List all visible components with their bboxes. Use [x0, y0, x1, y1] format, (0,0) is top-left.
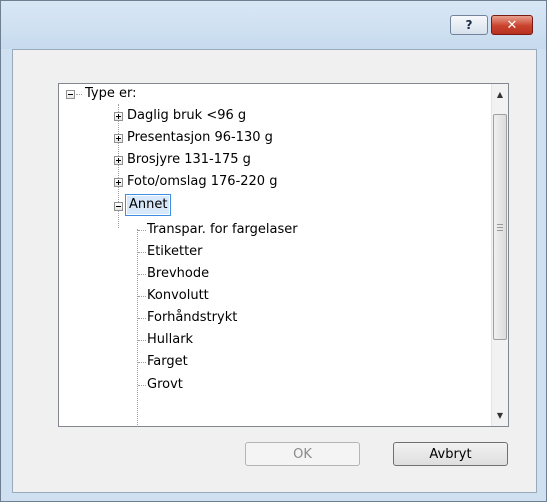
dialog-client-area: Type er: Daglig bruk <96 g Presentasjon … [12, 49, 537, 493]
tree-child-label: Transpar. for fargelaser [147, 222, 298, 237]
collapse-icon[interactable] [66, 90, 75, 99]
tree-child-label: Hullark [147, 332, 194, 347]
tree-item-label: Presentasjon 96-130 g [127, 130, 273, 145]
tree-connector [137, 229, 139, 426]
close-button[interactable]: ✕ [491, 15, 533, 35]
cancel-button[interactable]: Avbryt [393, 442, 508, 466]
expand-icon[interactable] [114, 156, 123, 165]
tree-child-label: Konvolutt [147, 288, 209, 303]
tree-item-label: Annet [125, 194, 172, 216]
tree-root-label: Type er: [85, 86, 137, 101]
expand-icon[interactable] [114, 112, 123, 121]
tree-connector [76, 94, 82, 96]
title-bar: ? ✕ [1, 1, 546, 49]
tree-item-label: Daglig bruk <96 g [127, 108, 247, 123]
collapse-icon[interactable] [114, 202, 123, 211]
tree-child-label: Brevhode [147, 266, 210, 281]
scroll-down-icon[interactable]: ▼ [492, 407, 508, 424]
paper-type-tree[interactable]: Type er: Daglig bruk <96 g Presentasjon … [58, 83, 509, 427]
scroll-up-icon[interactable]: ▲ [492, 86, 508, 103]
tree-item-label: Brosjyre 131-175 g [127, 152, 251, 167]
help-icon: ? [465, 18, 473, 32]
expand-icon[interactable] [114, 178, 123, 187]
dialog-window: ? ✕ Type er: Daglig bruk <96 g Presentas… [0, 0, 547, 502]
help-button[interactable]: ? [450, 15, 488, 35]
tree-child-label: Etiketter [147, 244, 203, 259]
vertical-scrollbar[interactable]: ▲ ▼ [491, 84, 508, 426]
grip-icon [497, 223, 503, 231]
tree-child-label: Farget [147, 354, 188, 369]
tree-child-label: Forhåndstrykt [147, 310, 238, 325]
close-icon: ✕ [506, 17, 518, 33]
tree-item-label: Foto/omslag 176-220 g [127, 174, 278, 189]
scrollbar-thumb[interactable] [493, 114, 507, 340]
tree-child-label: Grovt [147, 377, 183, 392]
expand-icon[interactable] [114, 134, 123, 143]
ok-button[interactable]: OK [245, 442, 360, 466]
